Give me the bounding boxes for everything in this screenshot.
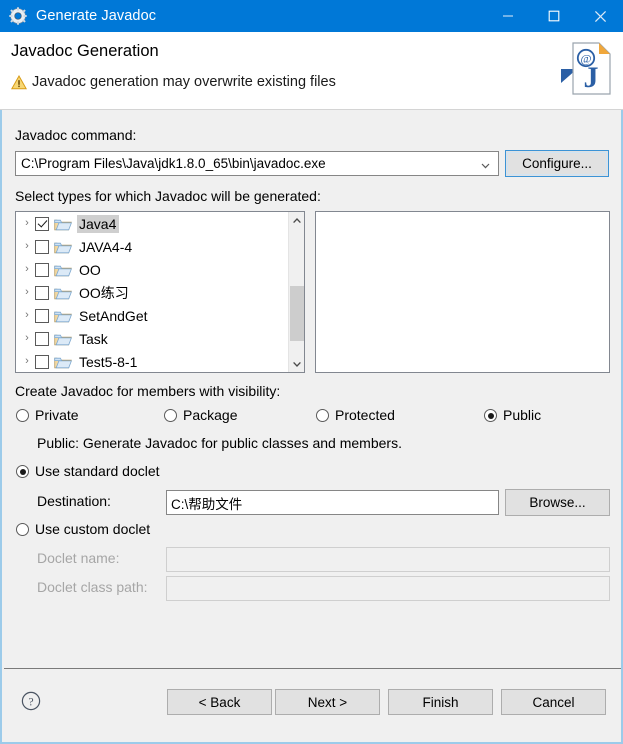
chevron-right-icon[interactable]: › (19, 264, 35, 275)
doclet-class-path-label: Doclet class path: (37, 579, 148, 595)
window-title: Generate Javadoc (36, 8, 157, 24)
generate-javadoc-dialog: Generate Javadoc Javadoc Generation Java… (0, 0, 623, 744)
tree-item-label: Java4 (77, 214, 120, 233)
next-button-label: Next > (307, 694, 348, 710)
chevron-right-icon[interactable]: › (19, 333, 35, 344)
tree-row[interactable]: › OO练习 (16, 281, 304, 304)
folder-icon (54, 309, 72, 323)
tree-checkbox[interactable] (35, 239, 49, 254)
tree-scrollbar[interactable] (288, 212, 304, 372)
next-button[interactable]: Next > (275, 689, 380, 715)
maximize-button[interactable] (531, 0, 577, 32)
window-controls (485, 0, 623, 32)
tree-checkbox[interactable] (35, 308, 49, 323)
minimize-button[interactable] (485, 0, 531, 32)
svg-text:?: ? (28, 696, 33, 708)
destination-value: C:\帮助文件 (171, 496, 243, 512)
dialog-body: Javadoc command: C:\Program Files\Java\j… (0, 110, 623, 744)
back-button[interactable]: < Back (167, 689, 272, 715)
tree-row[interactable]: › Java4 (16, 212, 304, 235)
browse-button[interactable]: Browse... (505, 489, 610, 516)
dialog-header: Javadoc Generation Javadoc generation ma… (0, 32, 623, 110)
folder-icon (54, 263, 72, 277)
standard-doclet-label: Use standard doclet (35, 463, 160, 479)
visibility-description: Public: Generate Javadoc for public clas… (37, 435, 402, 451)
footer-separator (4, 668, 621, 669)
chevron-right-icon[interactable]: › (19, 356, 35, 367)
select-types-label: Select types for which Javadoc will be g… (15, 188, 321, 204)
destination-label: Destination: (37, 493, 111, 509)
configure-button-label: Configure... (522, 156, 592, 171)
radio-protected-label: Protected (335, 407, 395, 423)
javadoc-command-combo[interactable]: C:\Program Files\Java\jdk1.8.0_65\bin\ja… (15, 151, 499, 176)
doclet-name-input[interactable] (166, 547, 610, 572)
tree-checkbox[interactable] (35, 331, 49, 346)
tree-checkbox[interactable] (35, 285, 49, 300)
folder-icon (54, 240, 72, 254)
back-button-label: < Back (198, 694, 241, 710)
types-tree[interactable]: › Java4 › JAVA4-4 › OO › OO练习 › SetAndGet › Task › Te… (15, 211, 305, 373)
folder-icon (54, 332, 72, 346)
folder-icon (54, 355, 72, 369)
radio-package-label: Package (183, 407, 238, 423)
chevron-up-icon[interactable] (289, 212, 304, 229)
warning-text: Javadoc generation may overwrite existin… (32, 74, 336, 90)
finish-button[interactable]: Finish (388, 689, 493, 715)
configure-button[interactable]: Configure... (505, 150, 609, 177)
close-icon[interactable] (577, 0, 623, 32)
tree-item-label: Test5-8-1 (79, 353, 138, 370)
tree-checkbox[interactable] (35, 216, 49, 231)
tree-item-label: OO练习 (79, 284, 129, 301)
warning-message: Javadoc generation may overwrite existin… (10, 74, 336, 90)
tree-row[interactable]: › JAVA4-4 (16, 235, 304, 258)
warning-triangle-icon (10, 74, 28, 90)
tree-checkbox[interactable] (35, 262, 49, 277)
custom-doclet-label: Use custom doclet (35, 521, 151, 537)
javadoc-page-icon: @ J (547, 37, 617, 103)
radio-public[interactable] (484, 409, 497, 422)
svg-text:J: J (584, 61, 599, 94)
cancel-button[interactable]: Cancel (501, 689, 606, 715)
radio-private-label: Private (35, 407, 79, 423)
browse-button-label: Browse... (529, 495, 586, 510)
help-question-icon[interactable]: ? (21, 691, 41, 711)
chevron-down-icon[interactable] (289, 355, 304, 372)
destination-input[interactable]: C:\帮助文件 (166, 490, 499, 515)
tree-item-label: JAVA4-4 (79, 238, 133, 255)
chevron-right-icon[interactable]: › (19, 241, 35, 252)
folder-icon (54, 286, 72, 300)
types-detail-panel[interactable] (315, 211, 610, 373)
chevron-right-icon[interactable]: › (19, 218, 35, 229)
radio-public-label: Public (503, 407, 542, 423)
tree-row[interactable]: › Task (16, 327, 304, 350)
chevron-right-icon[interactable]: › (19, 287, 35, 298)
javadoc-command-label: Javadoc command: (15, 127, 137, 143)
radio-private[interactable] (16, 409, 29, 422)
visibility-label: Create Javadoc for members with visibili… (15, 383, 281, 399)
radio-custom-doclet[interactable] (16, 523, 29, 536)
page-title: Javadoc Generation (11, 42, 159, 60)
chevron-down-icon[interactable] (480, 158, 491, 169)
title-bar: Generate Javadoc (0, 0, 623, 32)
finish-button-label: Finish (422, 694, 459, 710)
scrollbar-thumb[interactable] (290, 286, 304, 341)
folder-icon (54, 217, 72, 231)
types-tree-rows: › Java4 › JAVA4-4 › OO › OO练习 › SetAndGet › Task › Te… (16, 212, 304, 372)
tree-row[interactable]: › OO (16, 258, 304, 281)
tree-item-label: SetAndGet (79, 307, 148, 324)
gear-icon (9, 7, 27, 25)
radio-standard-doclet[interactable] (16, 465, 29, 478)
tree-row[interactable]: › SetAndGet (16, 304, 304, 327)
radio-protected[interactable] (316, 409, 329, 422)
cancel-button-label: Cancel (532, 694, 575, 710)
doclet-name-label: Doclet name: (37, 550, 120, 566)
tree-item-label: OO (79, 261, 101, 278)
radio-package[interactable] (164, 409, 177, 422)
tree-item-label: Task (79, 330, 108, 347)
doclet-class-path-input[interactable] (166, 576, 610, 601)
javadoc-command-value: C:\Program Files\Java\jdk1.8.0_65\bin\ja… (21, 156, 326, 171)
chevron-right-icon[interactable]: › (19, 310, 35, 321)
tree-row[interactable]: › Test5-8-1 (16, 350, 304, 372)
tree-checkbox[interactable] (35, 354, 49, 369)
